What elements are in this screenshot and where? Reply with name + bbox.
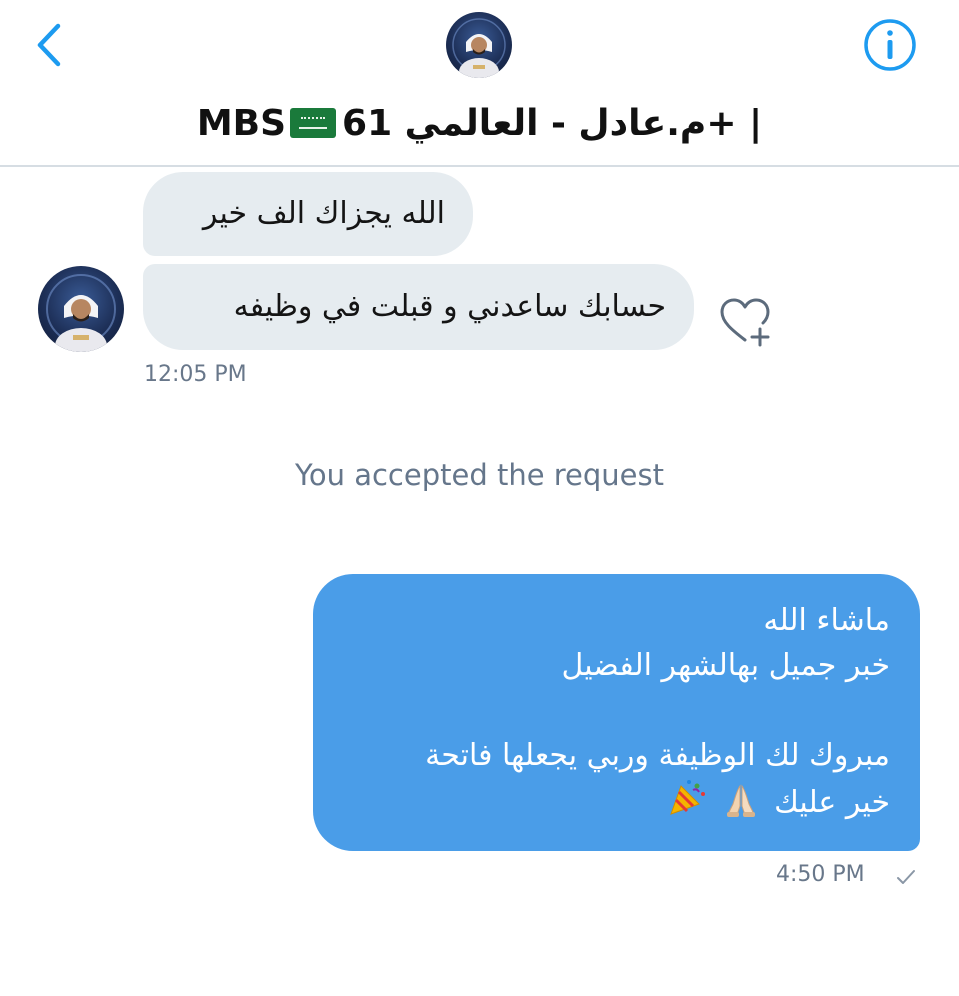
sent-check-icon: [897, 870, 915, 884]
message-text: الله يجزاك الف خير: [202, 196, 445, 231]
avatar-portrait-icon: [452, 18, 506, 78]
incoming-message-bubble[interactable]: الله يجزاك الف خير: [143, 172, 473, 256]
dm-conversation-screen: MBS م.عادل - العالمي 61+ | الله يجزاك الف…: [0, 0, 959, 996]
message-line: خبر جميل بهالشهر الفضيل: [561, 648, 890, 683]
sender-avatar[interactable]: [38, 266, 124, 352]
header-avatar[interactable]: [446, 12, 512, 78]
outgoing-message-bubble[interactable]: ماشاء الله خبر جميل بهالشهر الفضيل مبروك…: [313, 574, 920, 851]
message-timestamp: 12:05 PM: [144, 362, 247, 387]
message-text: حسابك ساعدني و قبلت في وظيفه: [233, 289, 666, 324]
title-text: م.عادل - العالمي 61+ |: [342, 103, 763, 144]
avatar-portrait-icon: [46, 274, 116, 352]
saudi-flag-icon: [290, 108, 337, 138]
back-button[interactable]: [30, 20, 70, 70]
incoming-message-bubble[interactable]: حسابك ساعدني و قبلت في وظيفه: [143, 264, 694, 350]
info-button[interactable]: [862, 17, 918, 73]
message-last-line: خير عليك: [343, 778, 890, 831]
chevron-left-icon: [37, 23, 61, 67]
conversation-title: MBS م.عادل - العالمي 61+ |: [0, 98, 959, 150]
info-circle-icon: [864, 19, 916, 71]
heart-plus-icon: [720, 298, 770, 347]
title-suffix: MBS: [196, 103, 287, 144]
party-popper-icon: [667, 778, 707, 831]
message-timestamp: 4:50 PM: [776, 862, 865, 887]
message-line: مبروك لك الوظيفة وربي يجعلها فاتحة: [425, 738, 890, 773]
like-message-button[interactable]: [714, 296, 776, 350]
conversation-header: MBS م.عادل - العالمي 61+ |: [0, 0, 959, 167]
folded-hands-icon: [723, 782, 759, 831]
message-line: ماشاء الله: [763, 603, 890, 638]
request-accepted-notice: You accepted the request: [295, 458, 664, 492]
message-line: خير عليك: [774, 785, 890, 820]
